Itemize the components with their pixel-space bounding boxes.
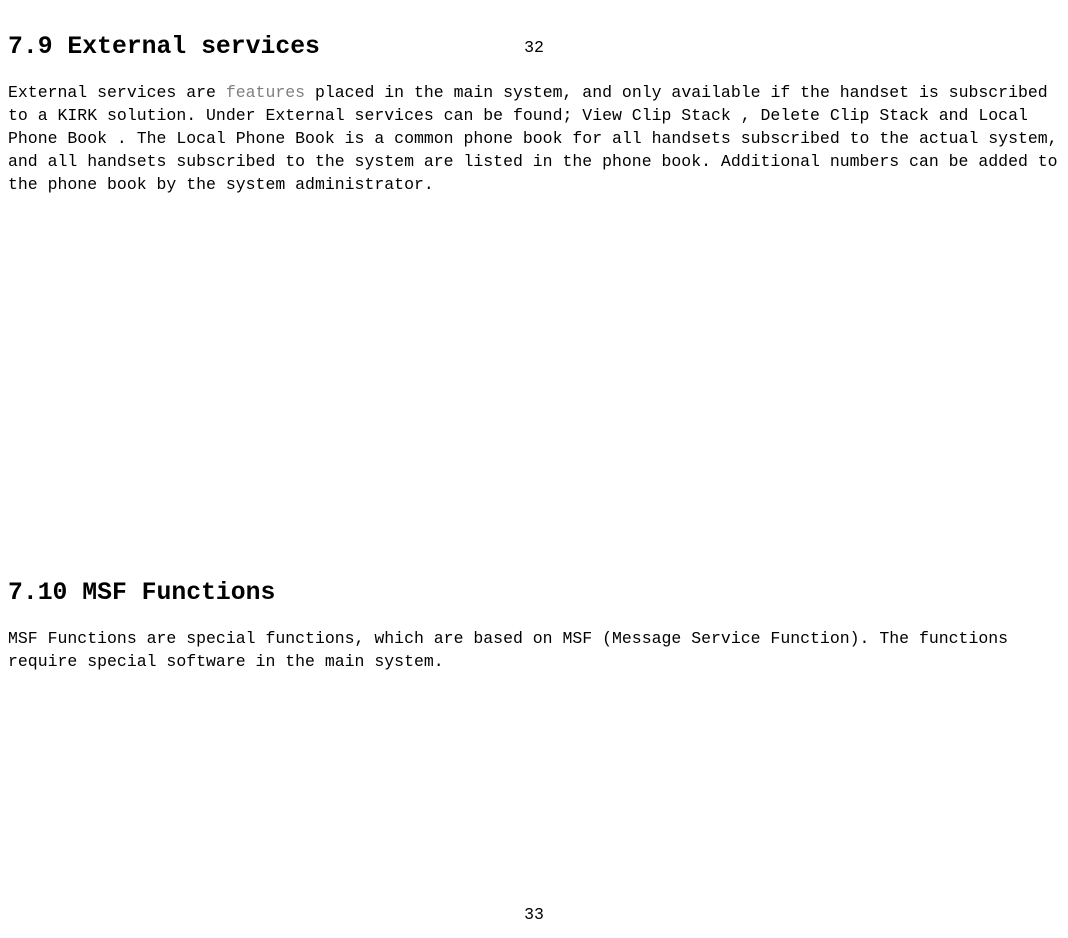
para-text-a: External services are xyxy=(8,83,226,102)
page-number-top: 32 xyxy=(0,36,1068,59)
heading-msf-functions: 7.10 MSF Functions xyxy=(8,576,1060,611)
para-text-muted: features xyxy=(226,83,305,102)
heading-text: 7.10 MSF Functions xyxy=(8,579,275,607)
paragraph-external-services: External services are features placed in… xyxy=(8,81,1060,196)
paragraph-msf-functions: MSF Functions are special functions, whi… xyxy=(8,627,1060,673)
para-text: MSF Functions are special functions, whi… xyxy=(8,629,1008,671)
page-number-bottom: 33 xyxy=(0,903,1068,926)
